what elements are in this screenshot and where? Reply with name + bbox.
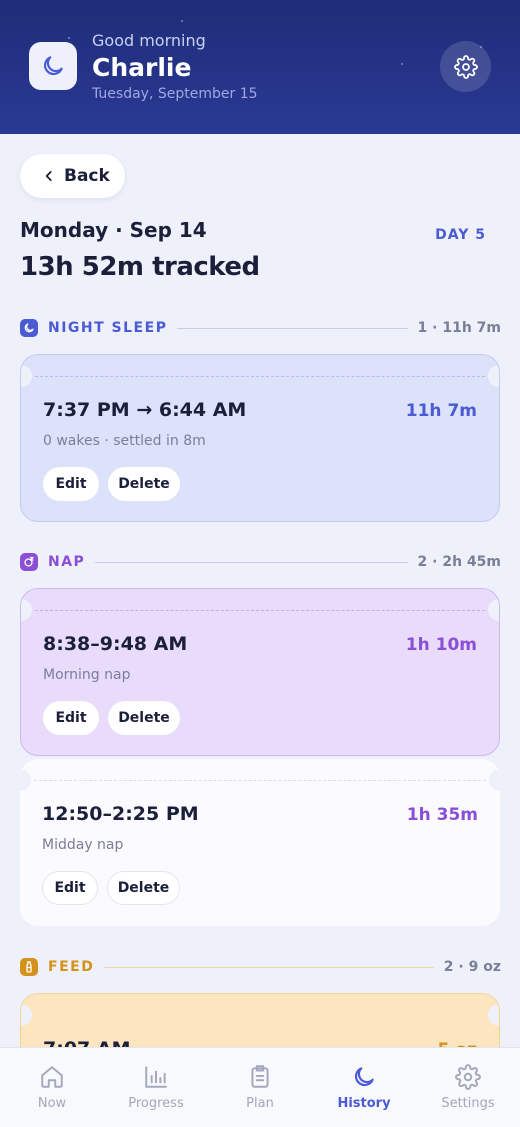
section-night-sleep: NIGHT SLEEP 1 · 11h 7m bbox=[20, 318, 501, 338]
gear-icon bbox=[453, 54, 478, 79]
back-label: Back bbox=[64, 166, 110, 186]
delete-button[interactable]: Delete bbox=[107, 871, 180, 905]
ticket-perforation bbox=[35, 610, 485, 611]
bar-chart-icon bbox=[145, 1066, 167, 1088]
nav-item-settings[interactable]: Settings bbox=[416, 1048, 520, 1127]
entry-duration: 1h 35m bbox=[406, 805, 478, 825]
nav-label: Settings bbox=[441, 1096, 495, 1111]
entry-time: 12:50–2:25 PM bbox=[42, 803, 199, 825]
section-divider bbox=[95, 561, 408, 563]
entry-card-nap-morning[interactable]: 8:38–9:48 AM 1h 10m Morning nap Edit Del… bbox=[20, 588, 500, 756]
entry-card-night[interactable]: 7:37 PM → 6:44 AM 11h 7m 0 wakes · settl… bbox=[20, 354, 500, 522]
day-title: Monday · Sep 14 bbox=[20, 218, 207, 242]
section-label: FEED bbox=[48, 959, 95, 975]
ticket-notch bbox=[488, 599, 499, 621]
section-summary: 2 · 2h 45m bbox=[417, 554, 501, 570]
ticket-notch bbox=[489, 769, 500, 791]
nav-item-now[interactable]: Now bbox=[0, 1048, 104, 1127]
bottle-icon bbox=[20, 958, 38, 976]
entry-time: 8:38–9:48 AM bbox=[43, 633, 188, 655]
entry-duration: 1h 10m bbox=[405, 635, 477, 655]
ticket-perforation bbox=[35, 376, 485, 377]
section-summary: 1 · 11h 7m bbox=[417, 320, 501, 336]
settings-button[interactable] bbox=[440, 41, 491, 92]
ticket-notch bbox=[21, 365, 32, 387]
nav-item-plan[interactable]: Plan bbox=[208, 1048, 312, 1127]
nav-item-history[interactable]: History bbox=[312, 1048, 416, 1127]
nav-item-progress[interactable]: Progress bbox=[104, 1048, 208, 1127]
app-logo bbox=[29, 42, 77, 90]
nav-label: Progress bbox=[128, 1096, 184, 1111]
ticket-notch bbox=[21, 599, 32, 621]
entry-note: Morning nap bbox=[43, 667, 131, 683]
day-badge: DAY 5 bbox=[435, 227, 486, 243]
edit-button[interactable]: Edit bbox=[43, 701, 99, 735]
ticket-notch bbox=[21, 1004, 32, 1026]
nav-label: Plan bbox=[246, 1096, 274, 1111]
section-feed: FEED 2 · 9 oz bbox=[20, 957, 501, 977]
clipboard-icon bbox=[251, 1065, 269, 1088]
entry-time: 7:37 PM → 6:44 AM bbox=[43, 399, 247, 421]
entry-note: 0 wakes · settled in 8m bbox=[43, 433, 206, 449]
home-icon bbox=[41, 1066, 63, 1088]
ticket-notch bbox=[488, 365, 499, 387]
back-button[interactable]: Back bbox=[20, 154, 125, 198]
nap-icon bbox=[20, 553, 38, 571]
nav-label: History bbox=[337, 1096, 391, 1111]
section-divider bbox=[104, 966, 434, 968]
section-divider bbox=[177, 327, 408, 329]
chevron-left-icon bbox=[45, 171, 52, 181]
moon-icon bbox=[354, 1067, 374, 1087]
delete-button[interactable]: Delete bbox=[108, 701, 180, 735]
greeting-text: Good morning bbox=[92, 31, 206, 50]
entry-card-nap-midday[interactable]: 12:50–2:25 PM 1h 35m Midday nap Edit Del… bbox=[20, 759, 500, 926]
moon-icon bbox=[43, 56, 63, 76]
app-header: Good morning Charlie Tuesday, September … bbox=[0, 0, 520, 134]
gear-icon bbox=[455, 1064, 481, 1090]
nav-label: Now bbox=[37, 1096, 67, 1111]
ticket-notch bbox=[20, 769, 31, 791]
section-nap: NAP 2 · 2h 45m bbox=[20, 552, 501, 572]
bottom-nav: Now Progress Plan History Settings bbox=[0, 1047, 520, 1127]
section-label: NIGHT SLEEP bbox=[48, 320, 168, 336]
star-decoration bbox=[401, 63, 403, 65]
section-label: NAP bbox=[48, 554, 86, 570]
delete-button[interactable]: Delete bbox=[108, 467, 180, 501]
entry-duration: 11h 7m bbox=[405, 401, 477, 421]
child-name: Charlie bbox=[92, 53, 192, 82]
edit-button[interactable]: Edit bbox=[43, 467, 99, 501]
current-date: Tuesday, September 15 bbox=[92, 86, 258, 102]
entry-note: Midday nap bbox=[42, 837, 124, 853]
moon-icon bbox=[20, 319, 38, 337]
tracked-total: 13h 52m tracked bbox=[20, 252, 260, 282]
star-decoration bbox=[68, 37, 70, 39]
ticket-perforation bbox=[34, 780, 486, 781]
section-summary: 2 · 9 oz bbox=[443, 959, 501, 975]
star-decoration bbox=[181, 20, 183, 22]
ticket-notch bbox=[488, 1004, 499, 1026]
edit-button[interactable]: Edit bbox=[42, 871, 98, 905]
